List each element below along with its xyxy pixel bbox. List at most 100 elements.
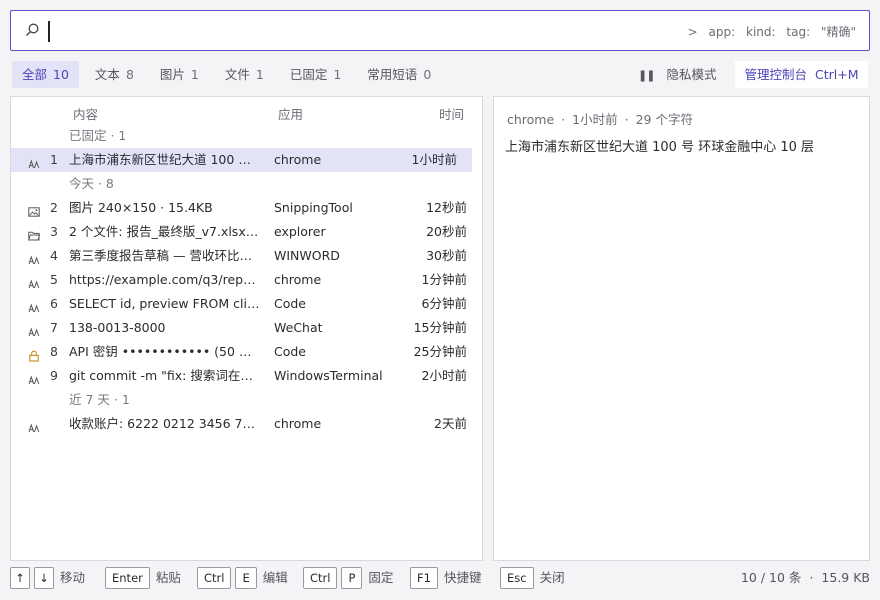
shortcut-edit: Ctrl E 编辑 bbox=[197, 567, 304, 589]
search-bar[interactable]: > app: kind: tag: "精确" bbox=[10, 10, 870, 51]
separator: · bbox=[624, 112, 629, 127]
console-shortcut: Ctrl+M bbox=[815, 67, 859, 82]
row-time: 1小时前 bbox=[411, 152, 457, 167]
shortcut-label: 移动 bbox=[60, 570, 86, 585]
hint-app: app: bbox=[708, 25, 736, 39]
filter-image[interactable]: 图片 1 bbox=[150, 61, 209, 88]
shortcut-bar: ↑ ↓ 移动 Enter 粘贴 Ctrl E 编辑 Ctrl P 固定 F1 快捷键 Esc 关闭… bbox=[10, 567, 870, 589]
column-app: 应用 bbox=[278, 107, 304, 122]
filter-all[interactable]: 全部 10 bbox=[12, 61, 79, 88]
shortcut-paste: Enter 粘贴 bbox=[105, 567, 197, 589]
preview-text: 上海市浦东新区世纪大道 100 号 环球金融中心 10 层 bbox=[505, 140, 815, 155]
item-count: 10 / 10 条 bbox=[740, 570, 802, 585]
row-preview: 图片 240×150 · 15.4KB bbox=[69, 200, 213, 215]
filter-count: 1 bbox=[333, 67, 342, 82]
clip-row[interactable]: 2 图片 240×150 · 15.4KB SnippingTool 12秒前 bbox=[11, 196, 482, 220]
preview-time: 1小时前 bbox=[572, 112, 618, 127]
total-size: 15.9 KB bbox=[821, 570, 870, 585]
clip-row[interactable]: 1 上海市浦东新区世纪大道 100 号 环球金融中心 10 层 chrome 1小时前 bbox=[11, 148, 472, 172]
row-app: WeChat bbox=[274, 320, 323, 335]
row-preview: git commit -m "fix: 搜索词在词首匹配" bbox=[69, 368, 261, 383]
privacy-mode-toggle[interactable]: ❚❚ 隐私模式 bbox=[638, 61, 716, 88]
row-number: 6 bbox=[50, 296, 58, 311]
text-icon bbox=[28, 274, 40, 289]
row-app: chrome bbox=[274, 152, 322, 167]
row-time: 15分钟前 bbox=[413, 320, 467, 335]
group-header: 今天 · 8 bbox=[69, 176, 114, 191]
text-icon bbox=[28, 154, 40, 169]
filter-count: 10 bbox=[53, 67, 69, 82]
clip-row[interactable]: 4 第三季度报告草稿 — 营收环比增长 12% WINWORD 30秒前 bbox=[11, 244, 482, 268]
row-preview: 上海市浦东新区世纪大道 100 号 环球金融中心 10 层 bbox=[69, 152, 261, 167]
open-console-button[interactable]: 管理控制台 Ctrl+M bbox=[735, 61, 868, 88]
key-ctrl: Ctrl bbox=[303, 567, 338, 589]
shortcut-label: 关闭 bbox=[539, 570, 565, 585]
clip-list: 内容 应用 时间 已固定 · 1 1 上海市浦东新区世纪大道 100 号 环球金融中… bbox=[10, 96, 483, 561]
key-up: ↑ bbox=[10, 567, 30, 589]
filter-file[interactable]: 文件 1 bbox=[215, 61, 274, 88]
separator: · bbox=[561, 112, 566, 127]
shortcut-help: F1 快捷键 bbox=[410, 567, 497, 589]
list-header: 内容 应用 时间 bbox=[11, 97, 482, 125]
column-time: 时间 bbox=[438, 107, 464, 122]
shortcut-close: Esc 关闭 bbox=[500, 567, 581, 589]
row-preview: https://example.com/q3/report?id=42 bbox=[69, 272, 261, 287]
row-time: 2小时前 bbox=[421, 368, 467, 383]
row-preview: 收款账户: 6222 0212 3456 7890 123 bbox=[69, 416, 261, 431]
filter-count: 0 bbox=[423, 67, 432, 82]
row-preview: 2 个文件: 报告_最终版_v7.xlsx, 附件.pdf bbox=[69, 224, 261, 239]
filter-snippets[interactable]: 常用短语 0 bbox=[357, 61, 441, 88]
preview-pane: chrome · 1小时前 · 29 个字符 上海市浦东新区世纪大道 100 号 环球金… bbox=[493, 96, 870, 561]
row-app: explorer bbox=[274, 224, 326, 239]
lock-icon bbox=[28, 346, 40, 362]
row-app: chrome bbox=[274, 416, 322, 431]
filter-count: 8 bbox=[125, 67, 134, 82]
row-preview: SELECT id, preview FROM clips WHERE 1 bbox=[69, 296, 261, 311]
text-icon bbox=[28, 322, 40, 337]
row-preview: 138-0013-8000 bbox=[69, 320, 166, 335]
clip-row[interactable]: 7 138-0013-8000 WeChat 15分钟前 bbox=[11, 316, 482, 340]
hint-kind: kind: bbox=[746, 25, 776, 39]
clip-row[interactable]: 5 https://example.com/q3/report?id=42 chro… bbox=[11, 268, 482, 292]
search-input[interactable] bbox=[48, 21, 50, 42]
clip-row[interactable]: 6 SELECT id, preview FROM clips WHERE 1 Co… bbox=[11, 292, 482, 316]
shortcut-move: ↑ ↓ 移动 bbox=[10, 567, 101, 589]
clip-row[interactable]: 3 2 个文件: 报告_最终版_v7.xlsx, 附件.pdf explorer 20… bbox=[11, 220, 482, 244]
shortcut-label: 编辑 bbox=[262, 570, 288, 585]
row-time: 6分钟前 bbox=[421, 296, 467, 311]
row-time: 12秒前 bbox=[426, 200, 467, 215]
row-time: 25分钟前 bbox=[413, 344, 467, 359]
separator: · bbox=[809, 570, 814, 585]
key-enter: Enter bbox=[105, 567, 150, 589]
row-number: 7 bbox=[50, 320, 58, 335]
hint-prefix: > bbox=[687, 25, 698, 39]
filter-label: 文件 bbox=[224, 67, 250, 82]
row-number: 5 bbox=[50, 272, 58, 287]
key-e: E bbox=[235, 567, 257, 589]
row-time: 1分钟前 bbox=[421, 272, 467, 287]
filter-label: 常用短语 bbox=[367, 67, 418, 82]
shortcut-pin: Ctrl P 固定 bbox=[303, 567, 409, 589]
clip-row[interactable]: 收款账户: 6222 0212 3456 7890 123 chrome 2天前 bbox=[11, 412, 482, 436]
clip-row[interactable]: 9 git commit -m "fix: 搜索词在词首匹配" WindowsTer… bbox=[11, 364, 482, 388]
filter-label: 已固定 bbox=[289, 67, 328, 82]
row-time: 2天前 bbox=[434, 416, 467, 431]
key-f1: F1 bbox=[410, 567, 438, 589]
row-number: 1 bbox=[50, 152, 58, 167]
row-number: 8 bbox=[50, 344, 58, 359]
row-number: 2 bbox=[50, 200, 58, 215]
key-p: P bbox=[341, 567, 363, 589]
shortcut-label: 粘贴 bbox=[155, 570, 181, 585]
row-preview: 第三季度报告草稿 — 营收环比增长 12% bbox=[69, 248, 261, 263]
hint-tag: tag: bbox=[786, 25, 811, 39]
row-app: WindowsTerminal bbox=[274, 368, 383, 383]
row-time: 30秒前 bbox=[426, 248, 467, 263]
clip-row[interactable]: 8 API 密钥 •••••••••••• (50 字符) Code 25分钟前 bbox=[11, 340, 482, 364]
filter-pinned[interactable]: 已固定 1 bbox=[280, 61, 351, 88]
preview-meta: chrome · 1小时前 · 29 个字符 bbox=[507, 109, 693, 128]
filter-text[interactable]: 文本 8 bbox=[85, 61, 144, 88]
row-number: 9 bbox=[50, 368, 58, 383]
group-header: 近 7 天 · 1 bbox=[69, 392, 130, 407]
hint-exact: "精确" bbox=[820, 25, 856, 39]
text-icon bbox=[28, 418, 40, 433]
